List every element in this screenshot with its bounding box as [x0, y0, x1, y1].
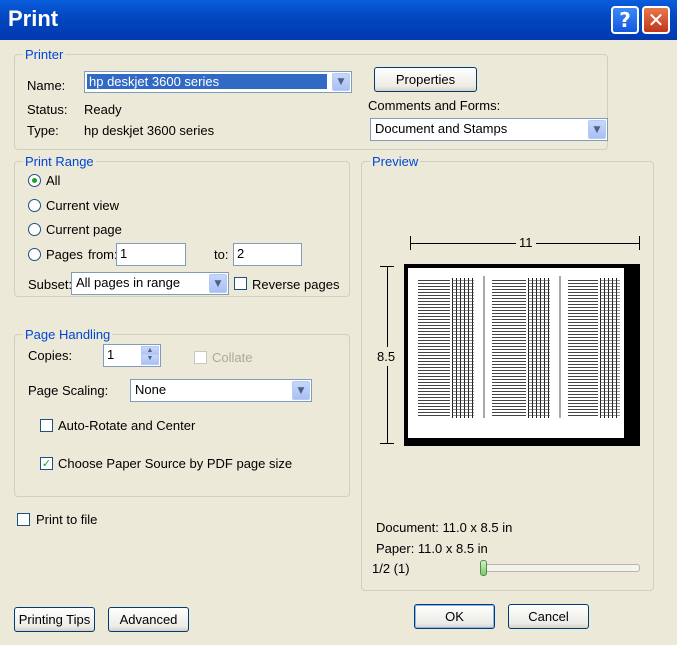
subset-label: Subset:: [28, 277, 73, 292]
page-handling-legend: Page Handling: [23, 327, 113, 342]
chevron-down-icon: ▼: [292, 381, 310, 400]
radio-current-page-label: Current page: [46, 222, 122, 237]
subset-select[interactable]: All pages in range ▼: [71, 272, 229, 295]
ok-button[interactable]: OK: [414, 604, 495, 629]
reverse-pages-checkbox[interactable]: [234, 277, 247, 290]
reverse-pages-label: Reverse pages: [252, 277, 340, 292]
width-label: 11: [516, 235, 536, 250]
status-label: Status:: [27, 102, 68, 117]
paper-size-text: Paper: 11.0 x 8.5 in: [376, 541, 488, 556]
radio-pages[interactable]: [28, 248, 41, 261]
subset-value: All pages in range: [76, 275, 181, 290]
advanced-button[interactable]: Advanced: [108, 607, 189, 632]
paper-source-label: Choose Paper Source by PDF page size: [58, 456, 293, 471]
page-indicator: 1/2 (1): [372, 561, 410, 576]
status-value: Ready: [84, 102, 122, 117]
page-slider-track[interactable]: [480, 564, 640, 572]
comments-forms-label: Comments and Forms:: [368, 98, 501, 113]
pages-to-input[interactable]: 2: [233, 243, 302, 266]
printer-legend: Printer: [23, 47, 66, 62]
width-ruler-tick-left: [410, 236, 411, 250]
print-to-file-label: Print to file: [36, 512, 98, 527]
height-ruler-tick-top: [380, 266, 394, 267]
page-preview-thumbnail: [408, 268, 624, 438]
cancel-button[interactable]: Cancel: [508, 604, 589, 629]
height-ruler-tick-bottom: [380, 443, 394, 444]
from-label: from:: [88, 247, 118, 262]
page-scaling-label: Page Scaling:: [28, 383, 109, 398]
radio-current-view-label: Current view: [46, 198, 119, 213]
chevron-down-icon: ▼: [332, 73, 350, 91]
properties-button[interactable]: Properties: [374, 67, 477, 92]
radio-current-view[interactable]: [28, 199, 41, 212]
page-scaling-select[interactable]: None ▼: [130, 379, 312, 402]
chevron-down-icon: ▼: [588, 120, 606, 139]
width-ruler-tick-right: [639, 236, 640, 250]
page-scaling-value: None: [135, 382, 167, 397]
collate-checkbox[interactable]: [194, 351, 207, 364]
to-label: to:: [214, 247, 229, 262]
document-size-text: Document: 11.0 x 8.5 in: [376, 520, 513, 535]
close-button[interactable]: ✕: [642, 6, 670, 34]
name-label: Name:: [27, 78, 66, 93]
print-dialog: Print ? ✕ Printer Name: hp deskjet 3600 …: [0, 0, 677, 645]
page-content-thumbnail: [418, 276, 620, 418]
page-preview-frame: [404, 264, 640, 446]
auto-rotate-label: Auto-Rotate and Center: [58, 418, 196, 433]
printing-tips-button[interactable]: Printing Tips: [14, 607, 95, 632]
printer-name-select[interactable]: hp deskjet 3600 series ▼: [84, 71, 352, 93]
preview-legend: Preview: [370, 154, 421, 169]
printer-name-value: hp deskjet 3600 series: [87, 74, 327, 89]
chevron-down-icon: ▼: [209, 274, 227, 293]
radio-current-page[interactable]: [28, 223, 41, 236]
print-range-legend: Print Range: [23, 154, 96, 169]
copies-stepper[interactable]: 1 ▲ ▼: [103, 344, 161, 367]
comments-forms-select[interactable]: Document and Stamps ▼: [370, 118, 608, 141]
copies-label: Copies:: [28, 348, 73, 363]
auto-rotate-checkbox[interactable]: [40, 419, 53, 432]
type-label: Type:: [27, 123, 59, 138]
window-title: Print: [8, 6, 59, 31]
copies-value: 1: [107, 347, 115, 362]
height-label: 8.5: [377, 347, 396, 366]
help-icon: ?: [619, 8, 631, 32]
page-slider-thumb[interactable]: [480, 560, 487, 576]
radio-pages-label: Pages: [46, 247, 83, 262]
stepper-down-icon[interactable]: ▼: [141, 354, 159, 365]
paper-source-checkbox[interactable]: ✓: [40, 457, 53, 470]
print-to-file-checkbox[interactable]: [17, 513, 30, 526]
help-button[interactable]: ?: [611, 6, 639, 34]
collate-label: Collate: [212, 350, 253, 365]
type-value: hp deskjet 3600 series: [84, 123, 215, 138]
close-icon: ✕: [647, 8, 665, 32]
radio-all[interactable]: [28, 174, 41, 187]
title-bar: Print ? ✕: [0, 0, 677, 40]
radio-all-label: All: [46, 173, 61, 188]
pages-from-input[interactable]: 1: [116, 243, 186, 266]
comments-forms-value: Document and Stamps: [375, 121, 508, 136]
